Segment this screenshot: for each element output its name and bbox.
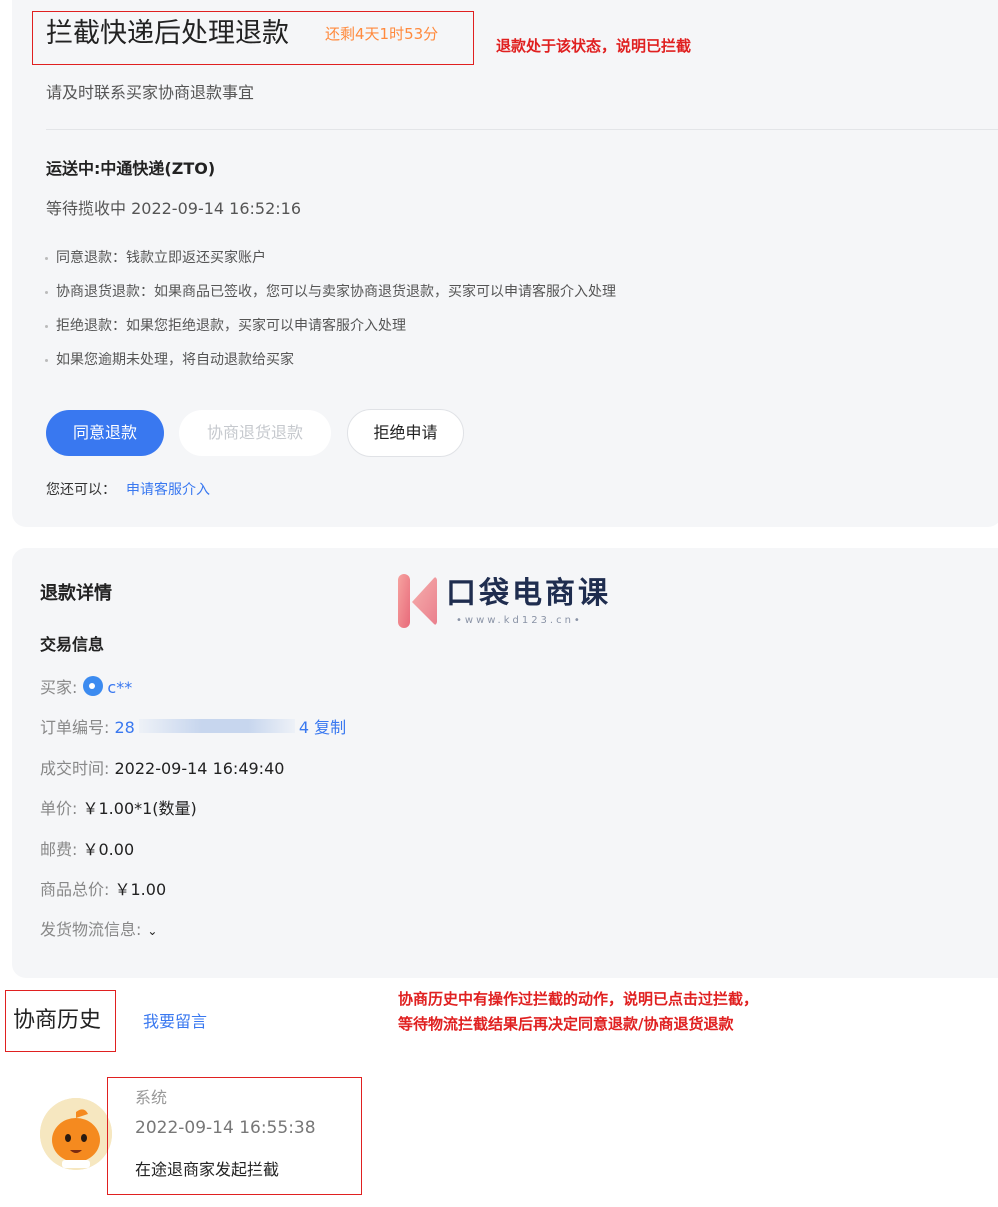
divider (46, 129, 998, 130)
watermark-brand: 口袋电商课 (446, 576, 611, 611)
order-number-redaction (138, 719, 295, 733)
unit-price-label: 单价: (40, 799, 78, 818)
shipping-title: 运送中:中通快递(ZTO) (46, 159, 216, 178)
deal-time-row: 成交时间: 2022-09-14 16:49:40 (40, 757, 284, 781)
agree-refund-button[interactable]: 同意退款 (46, 410, 164, 456)
status-subtitle: 请及时联系买家协商退款事宜 (46, 83, 255, 102)
postage-value: ￥0.00 (82, 840, 135, 859)
buyer-label: 买家: (40, 678, 78, 697)
mascot-icon (40, 1098, 112, 1170)
logistics-label: 发货物流信息: (40, 920, 142, 939)
more-options: 您还可以： 申请客服介入 (46, 480, 210, 500)
chevron-down-icon[interactable]: ⌄ (147, 919, 157, 943)
annotation-history-line2: 等待物流拦截结果后再决定同意退款/协商退货退款 (398, 1015, 734, 1033)
refund-details-title: 退款详情 (40, 583, 112, 604)
guidance-item: 如果您逾期未处理，将自动退款给买家 (44, 350, 616, 384)
history-title: 协商历史 (13, 1008, 102, 1033)
buyer-row: 买家: c** (40, 676, 132, 700)
annotation-status: 退款处于该状态，说明已拦截 (496, 37, 692, 55)
logistics-toggle[interactable]: 发货物流信息: ⌄ (40, 918, 157, 943)
countdown-timer: 还剩4天1时53分 (325, 25, 439, 43)
order-number-label: 订单编号: (40, 718, 110, 737)
order-number-row: 订单编号: 28 4 复制 (40, 716, 346, 740)
page-title: 拦截快递后处理退款 (46, 18, 289, 49)
watermark-url: •www.kd123.cn• (456, 615, 583, 626)
total-price-value: ￥1.00 (114, 880, 167, 899)
postage-row: 邮费: ￥0.00 (40, 838, 134, 862)
guidance-item: 同意退款：钱款立即返还买家账户 (44, 248, 616, 282)
message-author: 系统 (135, 1088, 168, 1107)
buyer-avatar-icon (83, 676, 104, 696)
negotiate-return-button[interactable]: 协商退货退款 (179, 410, 331, 456)
postage-label: 邮费: (40, 840, 78, 859)
guidance-item: 拒绝退款：如果您拒绝退款，买家可以申请客服介入处理 (44, 316, 616, 350)
annotation-history: 协商历史中有操作过拦截的动作，说明已点击过拦截， 等待物流拦截结果后再决定同意退… (398, 987, 758, 1037)
message-time: 2022-09-14 16:55:38 (135, 1118, 316, 1138)
k-logo-icon (398, 574, 437, 628)
guidance-list: 同意退款：钱款立即返还买家账户 协商退货退款：如果商品已签收，您可以与卖家协商退… (44, 248, 616, 384)
order-number-suffix: 4 (298, 718, 310, 737)
guidance-item: 协商退货退款：如果商品已签收，您可以与卖家协商退货退款，买家可以申请客服介入处理 (44, 282, 616, 316)
reject-request-button[interactable]: 拒绝申请 (347, 409, 464, 457)
transaction-info-title: 交易信息 (40, 635, 105, 654)
leave-message-link[interactable]: 我要留言 (143, 1010, 207, 1034)
watermark-logo: 口袋电商课 •www.kd123.cn• (396, 572, 610, 632)
apply-customer-service-link[interactable]: 申请客服介入 (126, 482, 210, 498)
more-options-label: 您还可以： (46, 482, 116, 498)
unit-price-row: 单价: ￥1.00*1(数量) (40, 797, 197, 821)
unit-price-value: ￥1.00*1(数量) (82, 799, 197, 818)
total-price-label: 商品总价: (40, 880, 110, 899)
buyer-name-link[interactable]: c** (107, 678, 132, 697)
order-number-prefix: 28 (114, 718, 135, 737)
deal-time-label: 成交时间: (40, 759, 110, 778)
shipping-status: 等待揽收中 2022-09-14 16:52:16 (46, 199, 302, 218)
total-price-row: 商品总价: ￥1.00 (40, 878, 166, 902)
annotation-history-line1: 协商历史中有操作过拦截的动作，说明已点击过拦截， (398, 990, 759, 1008)
message-text: 在途退商家发起拦截 (135, 1160, 280, 1179)
system-avatar-icon (40, 1098, 112, 1170)
deal-time-value: 2022-09-14 16:49:40 (114, 759, 285, 778)
copy-order-button[interactable]: 复制 (314, 718, 346, 737)
